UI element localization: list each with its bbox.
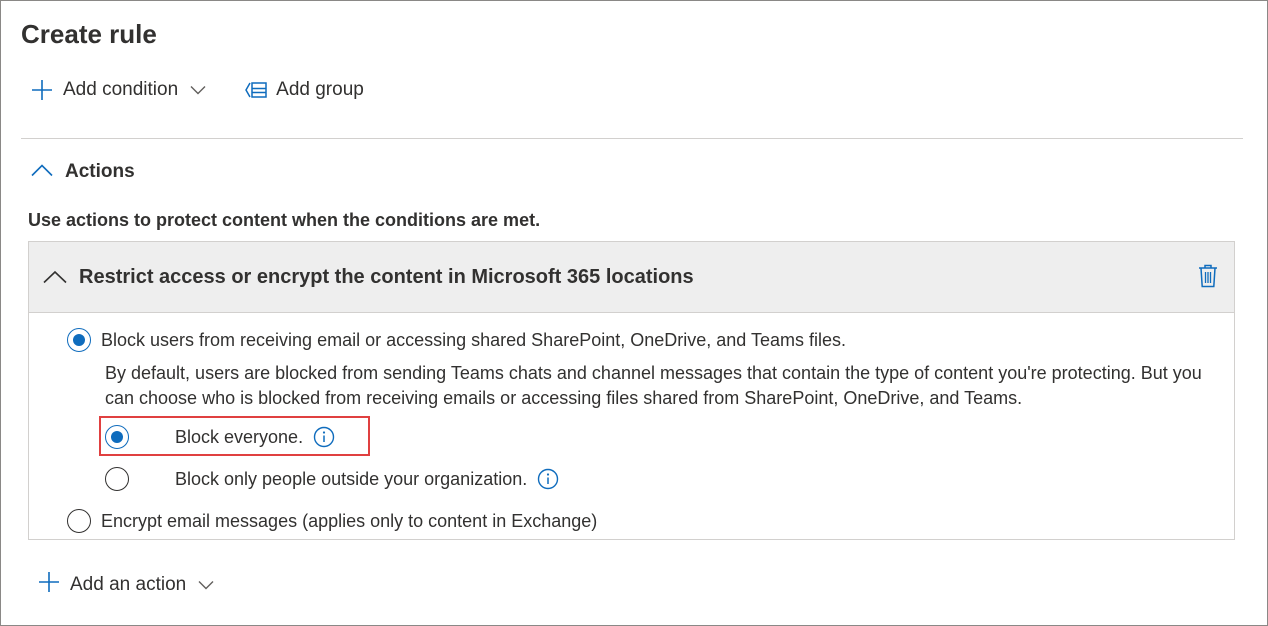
restrict-access-action-card: Restrict access or encrypt the content i… [28, 241, 1235, 540]
divider [21, 138, 1243, 139]
add-group-icon [244, 80, 268, 100]
block-outside-org-label: Block only people outside your organizat… [175, 468, 528, 489]
info-icon[interactable] [537, 468, 559, 490]
block-everyone-radio[interactable] [105, 425, 129, 449]
option-block-everyone[interactable]: Block everyone. [105, 425, 335, 449]
add-action-label: Add an action [70, 574, 187, 595]
rule-toolbar: Add condition Add group [31, 75, 364, 105]
add-group-button[interactable]: Add group [244, 79, 364, 101]
chevron-down-icon [190, 85, 206, 95]
actions-section-toggle[interactable]: Actions [31, 161, 135, 183]
chevron-up-icon[interactable] [43, 270, 67, 284]
chevron-up-icon [31, 163, 53, 182]
add-condition-label: Add condition [63, 79, 179, 100]
plus-icon [38, 571, 60, 599]
option-encrypt-email[interactable]: Encrypt email messages (applies only to … [67, 509, 597, 533]
encrypt-email-label: Encrypt email messages (applies only to … [101, 510, 598, 531]
plus-icon [31, 79, 53, 101]
actions-heading: Actions [65, 161, 135, 182]
create-rule-panel: Create rule Add condition Add group Acti… [0, 0, 1268, 626]
action-card-header: Restrict access or encrypt the content i… [29, 242, 1234, 313]
option-block-outside-org[interactable]: Block only people outside your organizat… [105, 467, 559, 491]
trash-icon[interactable] [1198, 264, 1218, 293]
add-condition-button[interactable]: Add condition [31, 79, 206, 101]
add-group-label: Add group [276, 79, 364, 100]
chevron-down-icon [198, 574, 214, 596]
page-title: Create rule [21, 19, 157, 49]
option-block-users[interactable]: Block users from receiving email or acce… [67, 328, 846, 352]
actions-description: Use actions to protect content when the … [28, 210, 541, 230]
add-action-button[interactable]: Add an action [38, 571, 214, 599]
block-outside-org-radio[interactable] [105, 467, 129, 491]
block-users-radio[interactable] [67, 328, 91, 352]
action-card-title: Restrict access or encrypt the content i… [79, 265, 694, 288]
block-everyone-label: Block everyone. [175, 426, 304, 447]
block-users-label: Block users from receiving email or acce… [101, 329, 846, 350]
encrypt-email-radio[interactable] [67, 509, 91, 533]
block-users-description: By default, users are blocked from sendi… [105, 363, 1202, 408]
info-icon[interactable] [313, 426, 335, 448]
